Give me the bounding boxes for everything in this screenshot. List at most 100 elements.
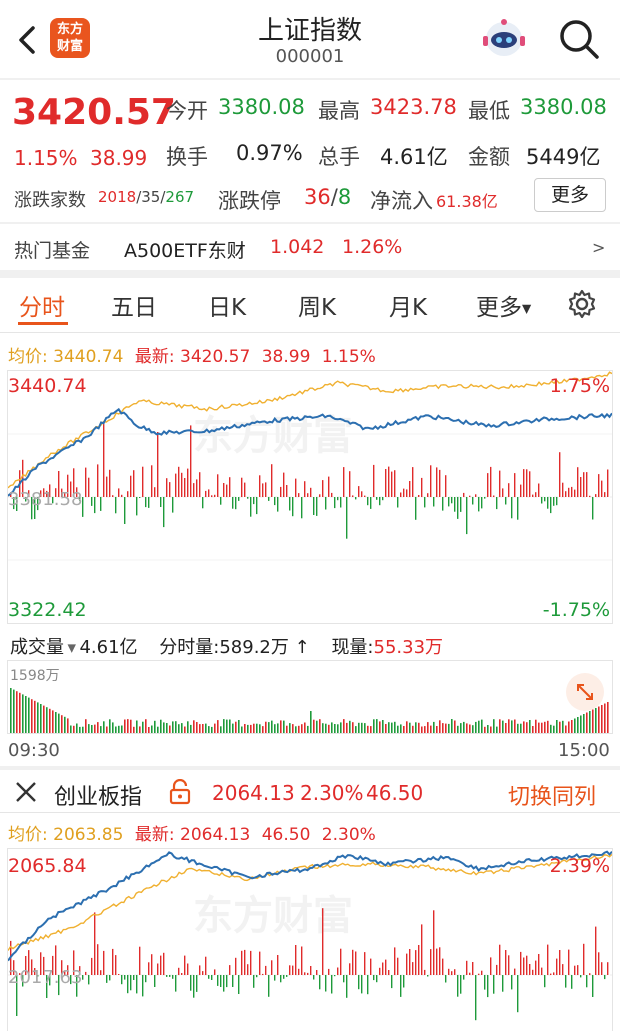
volume-bar (184, 726, 186, 733)
sub-intraday-chart[interactable]: 东方财富 2065.84 2017.63 2.39% (7, 848, 613, 1031)
sub-flow-bar (103, 950, 105, 975)
settings-button[interactable] (566, 288, 598, 320)
volume-bar (556, 720, 558, 733)
tab-weekly-k[interactable]: 周K (298, 288, 336, 322)
sub-index-name[interactable]: 创业板指 (54, 779, 142, 811)
volume-bar (88, 724, 90, 733)
sub-flow-bar (319, 975, 321, 990)
volume-bar (85, 719, 87, 733)
sub-flow-bar (439, 947, 441, 975)
sub-flow-bar (226, 975, 228, 988)
volume-bar (607, 702, 609, 733)
main-flow-bar (400, 492, 402, 497)
breadth-flat: 35 (141, 188, 161, 206)
sub-flow-bar (481, 970, 483, 975)
sub-flow-bar (487, 975, 489, 998)
inflow-value: 61.38亿 (436, 192, 498, 211)
volume-bar (448, 723, 450, 733)
sub-flow-bar (202, 971, 204, 975)
sub-flow-bar (256, 975, 258, 978)
sub-flow-bar (247, 964, 249, 975)
volume-bar (28, 697, 30, 733)
volume-bar (361, 722, 363, 733)
tab-five-day[interactable]: 五日 (111, 288, 157, 322)
volume-bar (301, 724, 303, 733)
search-button[interactable] (556, 16, 602, 62)
fund-arrow-icon[interactable]: > (592, 238, 605, 257)
sub-flow-bar (127, 975, 129, 994)
volume-bar (502, 720, 504, 733)
volume-bar (565, 725, 567, 733)
volume-bar (403, 726, 405, 733)
main-flow-bar (295, 478, 297, 497)
sub-flow-bar (577, 965, 579, 975)
y-axis-mid: 3381.58 (8, 489, 83, 510)
volume-bar (73, 725, 75, 733)
volume-bar (295, 726, 297, 733)
tab-active-indicator (18, 322, 68, 325)
close-sub-chart-button[interactable] (12, 778, 40, 806)
switch-button[interactable]: 切换同列 (508, 779, 596, 811)
latest-label: 最新: (134, 347, 175, 367)
volume-bar (442, 723, 444, 733)
main-flow-bar (106, 476, 108, 497)
sub-flow-bar (421, 924, 423, 975)
volume-bar (307, 725, 309, 733)
volume-bar (352, 722, 354, 733)
volume-bar (154, 720, 156, 733)
sub-flow-bar (322, 908, 324, 975)
main-flow-bar (169, 482, 171, 497)
volume-bar (16, 691, 18, 733)
sub-flow-bar (280, 975, 282, 983)
tab-monthly-k[interactable]: 月K (389, 288, 427, 322)
main-flow-bar (535, 492, 537, 497)
main-flow-bar (202, 497, 204, 509)
sub-flow-bar (445, 975, 447, 983)
volume-bar (334, 724, 336, 733)
sub-flow-bar (187, 963, 189, 975)
limit-values: 36/8 (304, 185, 352, 209)
sub-avg-value: 2063.85 (53, 825, 124, 845)
more-button[interactable]: 更多 (534, 178, 606, 212)
sub-flow-bar (478, 973, 480, 975)
volume-bar (505, 723, 507, 733)
volume-bar (559, 721, 561, 733)
volume-bar (238, 720, 240, 733)
robot-assistant-icon[interactable] (480, 14, 528, 62)
main-flow-bar (604, 492, 606, 497)
volume-bar (106, 726, 108, 733)
sub-flow-bar (508, 955, 510, 975)
volume-bar (97, 722, 99, 733)
volume-bar (511, 720, 513, 733)
limit-down: 8 (337, 185, 352, 209)
main-flow-bar (109, 469, 111, 497)
sub-flow-bar (340, 948, 342, 975)
main-flow-bar (88, 477, 90, 497)
fund-name[interactable]: A500ETF东财 (124, 236, 246, 263)
amount-value: 5449亿 (526, 145, 601, 169)
tab-more[interactable]: 更多▼ (476, 288, 531, 322)
main-flow-bar (244, 482, 246, 497)
volume-max-label: 1598万 (10, 668, 60, 684)
sub-flow-bar (94, 912, 96, 975)
volume-chart[interactable]: 1598万 (7, 660, 613, 734)
tab-intraday[interactable]: 分时 (19, 288, 65, 322)
sub-flow-bar (373, 975, 375, 981)
sub-flow-bar (592, 975, 594, 997)
expand-button[interactable] (566, 673, 604, 711)
tab-daily-k[interactable]: 日K (208, 288, 246, 322)
sub-latest-pct: 2.30% (321, 825, 376, 845)
volume-selector[interactable]: 成交量 ▼ (10, 637, 79, 658)
lock-button[interactable] (168, 778, 192, 805)
volume-bar (340, 722, 342, 733)
sub-flow-bar (259, 951, 261, 975)
volume-bar (325, 723, 327, 733)
intraday-chart[interactable]: 东方财富 3440.74 3381.58 3322.42 1.75% -1.75… (7, 370, 613, 624)
volume-bar (490, 726, 492, 733)
volume-bar (208, 726, 210, 733)
volume-bar (445, 723, 447, 733)
sub-flow-bar (451, 971, 453, 975)
volume-bar (529, 720, 531, 733)
main-flow-bar (268, 497, 270, 501)
volume-bar (79, 726, 81, 733)
